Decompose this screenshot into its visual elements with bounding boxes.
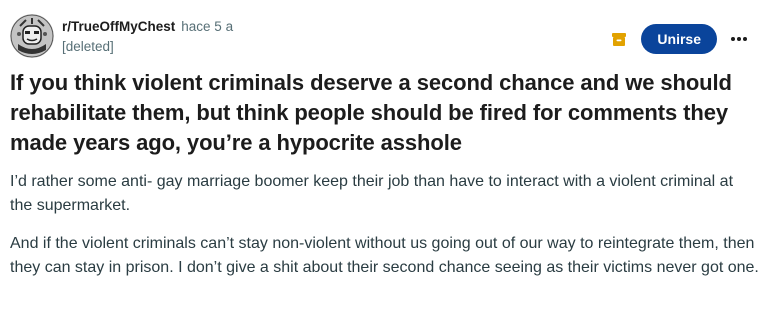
post-paragraph: I’d rather some anti- gay marriage boome…: [10, 173, 734, 214]
post-time: hace 5 a: [181, 19, 234, 34]
post-paragraph: And if the violent criminals can’t stay …: [10, 235, 759, 276]
header-actions: Unirse: [611, 24, 751, 54]
post-header: r/TrueOffMyChest hace 5 a [deleted] Unirs…: [10, 12, 759, 62]
more-horizontal-icon: [731, 37, 747, 41]
archived-box-icon: [611, 31, 627, 47]
avatar-image: [10, 14, 54, 58]
more-options-button[interactable]: [727, 24, 751, 54]
post-card: r/TrueOffMyChest hace 5 a [deleted] Unirs…: [0, 0, 769, 334]
post-meta: r/TrueOffMyChest hace 5 a [deleted]: [62, 17, 233, 57]
post-body: I’d rather some anti- gay marriage boome…: [10, 170, 759, 280]
subreddit-link[interactable]: r/TrueOffMyChest: [62, 19, 175, 34]
subreddit-avatar[interactable]: [10, 14, 54, 58]
post-title[interactable]: If you think violent criminals deserve a…: [10, 68, 759, 158]
post-author[interactable]: [deleted]: [62, 37, 233, 57]
join-button[interactable]: Unirse: [641, 24, 717, 54]
